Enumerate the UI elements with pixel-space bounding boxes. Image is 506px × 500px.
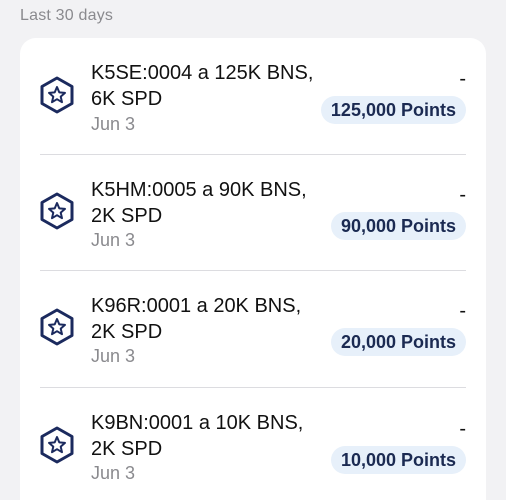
points-badge: 20,000 Points bbox=[330, 328, 466, 356]
transaction-amount: - bbox=[459, 418, 466, 440]
points-badge: 125,000 Points bbox=[320, 96, 466, 124]
star-hexagon-icon bbox=[39, 426, 75, 464]
transaction-date: Jun 3 bbox=[91, 463, 136, 483]
transaction-row[interactable]: K5HM:0005 a 90K BNS, 2K SPD Jun 3 - 90,0… bbox=[20, 155, 486, 271]
section-header: Last 30 days bbox=[20, 7, 114, 24]
points-badge: 90,000 Points bbox=[330, 212, 466, 240]
transaction-title: K96R:0001 a 20K BNS, 2K SPD bbox=[91, 295, 302, 343]
points-badge: 10,000 Points bbox=[330, 446, 466, 474]
transactions-card: K5SE:0004 a 125K BNS, 6K SPD Jun 3 - 125… bbox=[20, 38, 486, 500]
transaction-title: K9BN:0001 a 10K BNS, 2K SPD bbox=[91, 412, 304, 460]
star-hexagon-icon bbox=[39, 308, 75, 346]
star-hexagon-icon bbox=[39, 76, 75, 114]
transaction-amount: - bbox=[459, 300, 466, 322]
transaction-row[interactable]: K5SE:0004 a 125K BNS, 6K SPD Jun 3 - 125… bbox=[20, 38, 486, 154]
transaction-date: Jun 3 bbox=[91, 346, 136, 366]
transaction-date: Jun 3 bbox=[91, 230, 136, 250]
transaction-amount: - bbox=[459, 184, 466, 206]
rewards-activity-screen: Last 30 days K5SE:0004 a 125K BNS, 6K SP… bbox=[0, 0, 506, 500]
transaction-title: K5HM:0005 a 90K BNS, 2K SPD bbox=[91, 179, 307, 227]
transaction-amount: - bbox=[459, 68, 466, 90]
transaction-row[interactable]: K9BN:0001 a 10K BNS, 2K SPD Jun 3 - 10,0… bbox=[20, 388, 486, 500]
transaction-title: K5SE:0004 a 125K BNS, 6K SPD bbox=[91, 62, 314, 110]
transaction-date: Jun 3 bbox=[91, 114, 136, 134]
transaction-row[interactable]: K96R:0001 a 20K BNS, 2K SPD Jun 3 - 20,0… bbox=[20, 271, 486, 387]
star-hexagon-icon bbox=[39, 192, 75, 230]
